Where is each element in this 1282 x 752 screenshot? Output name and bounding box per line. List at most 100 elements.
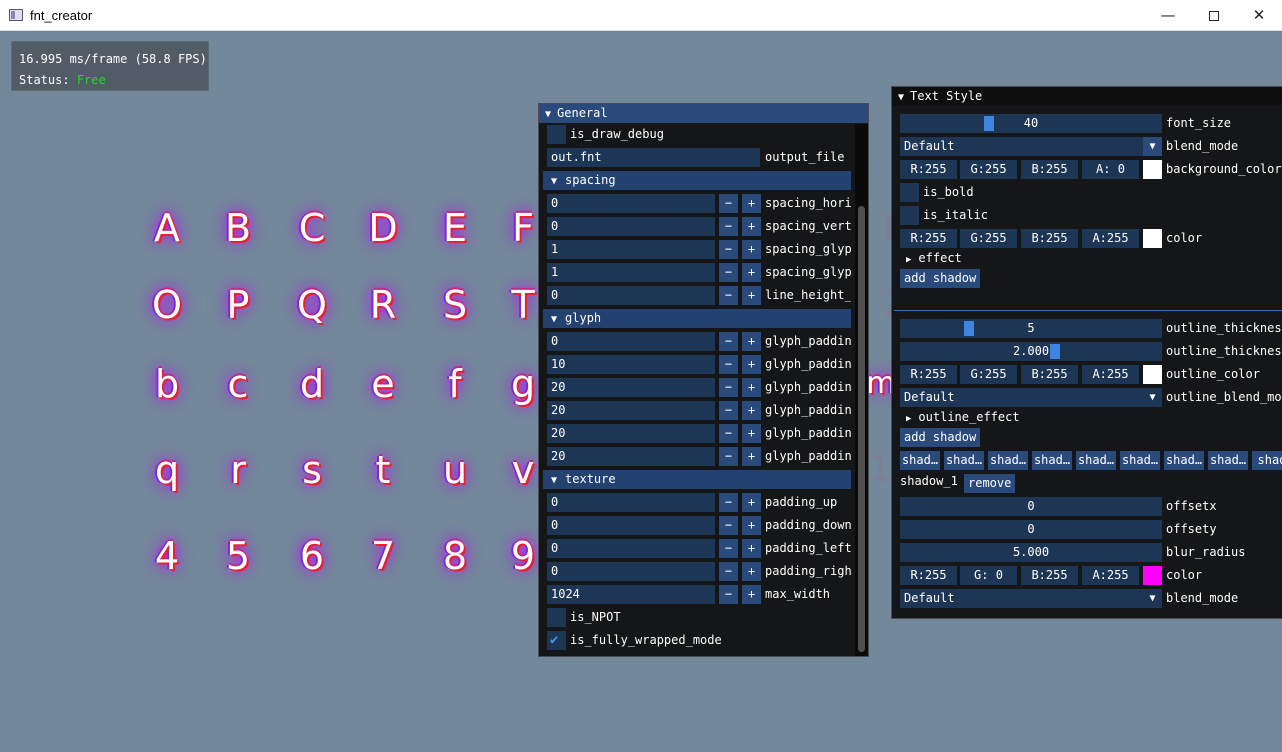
decrement-button[interactable]: − xyxy=(719,424,738,443)
offsetx-input[interactable]: 0 xyxy=(900,497,1162,516)
increment-button[interactable]: + xyxy=(742,240,761,259)
texture-value-input[interactable]: 0 xyxy=(547,493,715,512)
increment-button[interactable]: + xyxy=(742,585,761,604)
spacing-value-input[interactable]: 1 xyxy=(547,263,715,282)
offsety-input[interactable]: 0 xyxy=(900,520,1162,539)
shadow-tab[interactable]: shad… xyxy=(988,451,1028,470)
texture-value-input[interactable]: 0 xyxy=(547,539,715,558)
spacing-value-input[interactable]: 0 xyxy=(547,217,715,236)
blend-mode-combo[interactable]: Default ▼ xyxy=(900,137,1162,156)
add-shadow-button-2[interactable]: add shadow xyxy=(900,428,981,447)
text-style-title-bar[interactable]: ▼ Text Style xyxy=(892,87,1282,106)
shadow-tab[interactable]: shad… xyxy=(1208,451,1248,470)
shadow-color-swatch[interactable] xyxy=(1143,566,1162,585)
outline-thickness-slider[interactable]: 5 xyxy=(900,319,1162,338)
add-shadow-button[interactable]: add shadow xyxy=(900,269,981,288)
blur-radius-input[interactable]: 5.000 xyxy=(900,543,1162,562)
increment-button[interactable]: + xyxy=(742,355,761,374)
decrement-button[interactable]: − xyxy=(719,401,738,420)
decrement-button[interactable]: − xyxy=(719,447,738,466)
is-bold-checkbox[interactable] xyxy=(900,183,919,202)
spacing-value-input[interactable]: 1 xyxy=(547,240,715,259)
texture-value-input[interactable]: 1024 xyxy=(547,585,715,604)
glyph-value-input[interactable]: 20 xyxy=(547,447,715,466)
increment-button[interactable]: + xyxy=(742,263,761,282)
decrement-button[interactable]: − xyxy=(719,240,738,259)
general-title-bar[interactable]: ▼ General xyxy=(539,104,868,123)
outline-effect-treenode[interactable]: ▶ outline_effect xyxy=(906,408,1020,429)
font-size-grab[interactable] xyxy=(984,116,994,131)
shadow-color-b-input[interactable]: B:255 xyxy=(1021,566,1078,585)
texture-value-input[interactable]: 0 xyxy=(547,562,715,581)
close-button[interactable]: ✕ xyxy=(1236,0,1282,31)
increment-button[interactable]: + xyxy=(742,516,761,535)
spacing-value-input[interactable]: 0 xyxy=(547,286,715,305)
output-file-input[interactable]: out.fnt xyxy=(547,148,760,167)
shadow-tab[interactable]: shad… xyxy=(1164,451,1204,470)
shadow-tab[interactable]: shad… xyxy=(944,451,984,470)
shadow-color-g-input[interactable]: G: 0 xyxy=(960,566,1017,585)
outline-color-a-input[interactable]: A:255 xyxy=(1082,365,1139,384)
chevron-down-icon[interactable]: ▼ xyxy=(1143,589,1162,608)
increment-button[interactable]: + xyxy=(742,493,761,512)
general-scroll-thumb[interactable] xyxy=(858,206,865,652)
chevron-down-icon[interactable]: ▼ xyxy=(1143,388,1162,407)
decrement-button[interactable]: − xyxy=(719,585,738,604)
shadow-tab[interactable]: shad xyxy=(1252,451,1282,470)
decrement-button[interactable]: − xyxy=(719,286,738,305)
background-color-b-input[interactable]: B:255 xyxy=(1021,160,1078,179)
increment-button[interactable]: + xyxy=(742,378,761,397)
text-color-b-input[interactable]: B:255 xyxy=(1021,229,1078,248)
decrement-button[interactable]: − xyxy=(719,332,738,351)
text-color-swatch[interactable] xyxy=(1143,229,1162,248)
background-color-r-input[interactable]: R:255 xyxy=(900,160,957,179)
remove-shadow-button[interactable]: remove xyxy=(964,474,1016,493)
decrement-button[interactable]: − xyxy=(719,562,738,581)
is-npot-checkbox[interactable] xyxy=(547,608,566,627)
glyph-value-input[interactable]: 0 xyxy=(547,332,715,351)
shadow-tab[interactable]: shad… xyxy=(1120,451,1160,470)
decrement-button[interactable]: − xyxy=(719,378,738,397)
glyph-value-input[interactable]: 20 xyxy=(547,401,715,420)
is-fully-wrapped-checkbox[interactable] xyxy=(547,631,566,650)
text-color-g-input[interactable]: G:255 xyxy=(960,229,1017,248)
increment-button[interactable]: + xyxy=(742,286,761,305)
glyph-value-input[interactable]: 10 xyxy=(547,355,715,374)
outline-blend-combo[interactable]: Default ▼ xyxy=(900,388,1162,407)
background-color-swatch[interactable] xyxy=(1143,160,1162,179)
decrement-button[interactable]: − xyxy=(719,355,738,374)
collapse-triangle-icon[interactable]: ▼ xyxy=(898,88,904,107)
shadow-tab[interactable]: shad… xyxy=(1076,451,1116,470)
effect-treenode[interactable]: ▶ effect xyxy=(906,249,962,270)
outline-color-b-input[interactable]: B:255 xyxy=(1021,365,1078,384)
increment-button[interactable]: + xyxy=(742,562,761,581)
chevron-down-icon[interactable]: ▼ xyxy=(1143,137,1162,156)
decrement-button[interactable]: − xyxy=(719,493,738,512)
increment-button[interactable]: + xyxy=(742,217,761,236)
increment-button[interactable]: + xyxy=(742,401,761,420)
shadow-color-r-input[interactable]: R:255 xyxy=(900,566,957,585)
shadow-color-a-input[interactable]: A:255 xyxy=(1082,566,1139,585)
background-color-g-input[interactable]: G:255 xyxy=(960,160,1017,179)
decrement-button[interactable]: − xyxy=(719,217,738,236)
glyph-value-input[interactable]: 20 xyxy=(547,378,715,397)
increment-button[interactable]: + xyxy=(742,332,761,351)
background-color-a-input[interactable]: A: 0 xyxy=(1082,160,1139,179)
is-italic-checkbox[interactable] xyxy=(900,206,919,225)
increment-button[interactable]: + xyxy=(742,424,761,443)
general-scrollbar[interactable] xyxy=(855,124,868,656)
glyph-value-input[interactable]: 20 xyxy=(547,424,715,443)
texture-value-input[interactable]: 0 xyxy=(547,516,715,535)
outline-thickness-grab[interactable] xyxy=(964,321,974,336)
outline-thickness2-slider[interactable]: 2.000 xyxy=(900,342,1162,361)
outline-color-r-input[interactable]: R:255 xyxy=(900,365,957,384)
shadow-tab[interactable]: shad… xyxy=(1032,451,1072,470)
increment-button[interactable]: + xyxy=(742,194,761,213)
outline-thickness2-grab[interactable] xyxy=(1050,344,1060,359)
shadow-tab[interactable]: shad… xyxy=(900,451,940,470)
shadow-blend-combo[interactable]: Default ▼ xyxy=(900,589,1162,608)
decrement-button[interactable]: − xyxy=(719,263,738,282)
outline-color-g-input[interactable]: G:255 xyxy=(960,365,1017,384)
spacing-value-input[interactable]: 0 xyxy=(547,194,715,213)
text-color-a-input[interactable]: A:255 xyxy=(1082,229,1139,248)
